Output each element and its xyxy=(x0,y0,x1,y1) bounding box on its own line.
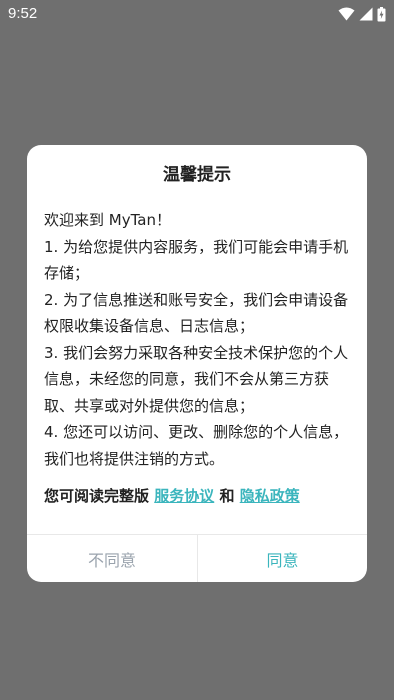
battery-charging-icon xyxy=(377,6,386,22)
privacy-dialog: 温馨提示 欢迎来到 MyTan！ 1. 为给您提供内容服务，我们可能会申请手机存… xyxy=(27,145,367,582)
status-time: 9:52 xyxy=(8,5,38,22)
status-icons xyxy=(338,5,386,23)
privacy-policy-link[interactable]: 隐私政策 xyxy=(240,487,300,505)
service-agreement-link[interactable]: 服务协议 xyxy=(154,487,214,505)
notice-item-device-permission: 2. 为了信息推送和账号安全，我们会申请设备权限收集设备信息、日志信息； xyxy=(44,290,349,336)
status-bar: 9:52 xyxy=(0,0,394,28)
policy-links-line: 您可阅读完整版 服务协议 和 隐私政策 xyxy=(44,485,352,507)
policy-joiner: 和 xyxy=(214,487,240,505)
notice-item-security: 3. 我们会努力采取各种安全技术保护您的个人信息，未经您的同意，我们不会从第三方… xyxy=(44,343,349,415)
notice-item-storage: 1. 为给您提供内容服务，我们可能会申请手机存储； xyxy=(44,237,349,283)
dialog-title: 温馨提示 xyxy=(163,165,231,185)
policy-prefix: 您可阅读完整版 xyxy=(44,487,155,505)
dialog-body: 欢迎来到 MyTan！ 1. 为给您提供内容服务，我们可能会申请手机存储； 2.… xyxy=(44,207,352,472)
disagree-button[interactable]: 不同意 xyxy=(27,535,197,582)
wifi-icon xyxy=(338,7,355,21)
cellular-signal-icon xyxy=(359,7,373,21)
welcome-text: 欢迎来到 MyTan！ xyxy=(44,211,171,229)
notice-item-access-rights: 4. 您还可以访问、更改、删除您的个人信息，我们也将提供注销的方式。 xyxy=(44,423,349,468)
agree-button[interactable]: 同意 xyxy=(198,535,367,582)
